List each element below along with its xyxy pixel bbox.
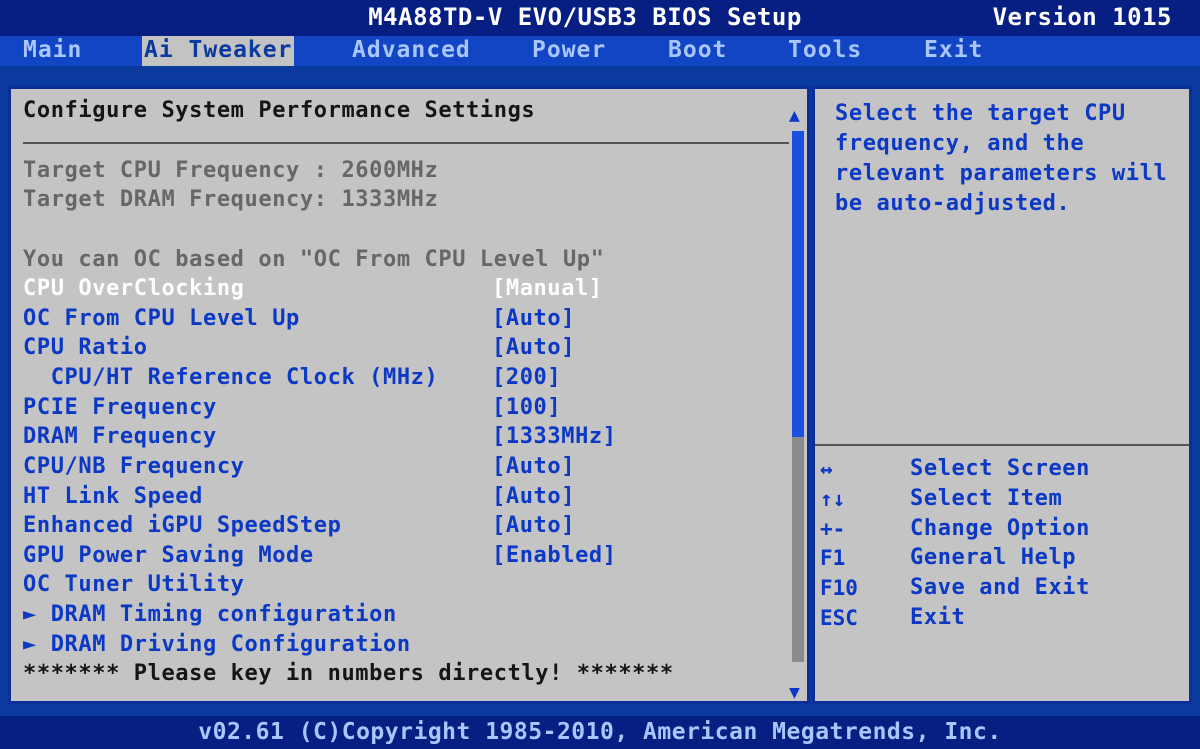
scrollbar[interactable]: ▲ ▼ (789, 105, 805, 703)
left-right-arrows-icon: ↔ (820, 457, 833, 481)
up-down-arrows-icon: ↑↓ (820, 487, 846, 511)
option-enhanced-igpu-speedstep[interactable]: Enhanced iGPU SpeedStep (23, 512, 341, 540)
option-cpu-nb-frequency[interactable]: CPU/NB Frequency (23, 453, 245, 481)
bios-version: Version 1015 (992, 3, 1172, 31)
scroll-up-arrow-icon[interactable]: ▲ (789, 105, 800, 126)
target-dram-frequency: Target DRAM Frequency: 1333MHz (23, 187, 439, 212)
copyright-footer: v02.61 (C)Copyright 1985-2010, American … (0, 716, 1200, 749)
submenu-dram-driving-configuration[interactable]: ► DRAM Driving Configuration (23, 631, 411, 659)
option-oc-from-cpu-level-up[interactable]: OC From CPU Level Up (23, 305, 300, 333)
tab-boot[interactable]: Boot (666, 36, 729, 66)
value-ht-link-speed[interactable]: [Auto] (492, 483, 575, 511)
option-oc-tuner-utility[interactable]: OC Tuner Utility (23, 571, 245, 599)
key-desc-change-option: Change Option (910, 516, 1090, 541)
help-text: Select the target CPU frequency, and the… (835, 101, 1168, 216)
plus-minus-icon: +- (820, 517, 846, 541)
key-desc-select-item: Select Item (910, 486, 1063, 511)
tab-main[interactable]: Main (21, 36, 84, 66)
help-panel: Select the target CPU frequency, and the… (812, 86, 1192, 704)
option-gpu-power-saving-mode[interactable]: GPU Power Saving Mode (23, 542, 314, 570)
option-cpu-overclocking[interactable]: CPU OverClocking (23, 275, 245, 303)
value-cpu-overclocking[interactable]: [Manual] (492, 275, 603, 303)
settings-panel: Configure System Performance Settings Ta… (8, 86, 810, 704)
value-cpu-nb-frequency[interactable]: [Auto] (492, 453, 575, 481)
key-f10: F10 (820, 576, 858, 600)
key-in-numbers-note: ******* Please key in numbers directly! … (23, 661, 674, 686)
value-cpu-ht-reference-clock[interactable]: [200] (492, 364, 561, 392)
submenu-dram-timing-configuration[interactable]: ► DRAM Timing configuration (23, 601, 397, 629)
option-cpu-ratio[interactable]: CPU Ratio (23, 334, 148, 362)
panel-heading: Configure System Performance Settings (23, 98, 536, 123)
title-bar: M4A88TD-V EVO/USB3 BIOS Setup Version 10… (0, 0, 1200, 36)
tab-power[interactable]: Power (530, 36, 608, 66)
key-desc-exit: Exit (910, 605, 966, 630)
menu-bar: Main Ai Tweaker Advanced Power Boot Tool… (0, 36, 1200, 66)
tab-ai-tweaker[interactable]: Ai Tweaker (142, 36, 295, 66)
oc-note: You can OC based on "OC From CPU Level U… (23, 247, 605, 272)
option-pcie-frequency[interactable]: PCIE Frequency (23, 394, 217, 422)
option-ht-link-speed[interactable]: HT Link Speed (23, 483, 203, 511)
key-f1: F1 (820, 546, 846, 570)
heading-divider (23, 142, 789, 144)
option-cpu-ht-reference-clock[interactable]: CPU/HT Reference Clock (MHz) (23, 364, 438, 392)
key-desc-select-screen: Select Screen (910, 456, 1090, 481)
value-cpu-ratio[interactable]: [Auto] (492, 334, 575, 362)
help-divider (815, 444, 1189, 446)
value-dram-frequency[interactable]: [1333MHz] (492, 423, 617, 451)
tab-exit[interactable]: Exit (922, 36, 985, 66)
value-pcie-frequency[interactable]: [100] (492, 394, 561, 422)
key-desc-general-help: General Help (910, 545, 1077, 570)
option-dram-frequency[interactable]: DRAM Frequency (23, 423, 217, 451)
value-gpu-power-saving-mode[interactable]: [Enabled] (492, 542, 617, 570)
value-oc-from-cpu-level-up[interactable]: [Auto] (492, 305, 575, 333)
value-enhanced-igpu-speedstep[interactable]: [Auto] (492, 512, 575, 540)
scroll-thumb[interactable] (792, 131, 804, 437)
tab-tools[interactable]: Tools (786, 36, 864, 66)
scroll-track[interactable] (792, 437, 804, 662)
key-esc: ESC (820, 606, 858, 630)
scroll-down-arrow-icon[interactable]: ▼ (789, 682, 800, 703)
target-cpu-frequency: Target CPU Frequency : 2600MHz (23, 158, 439, 183)
key-desc-save-and-exit: Save and Exit (910, 575, 1090, 600)
tab-advanced[interactable]: Advanced (350, 36, 473, 66)
